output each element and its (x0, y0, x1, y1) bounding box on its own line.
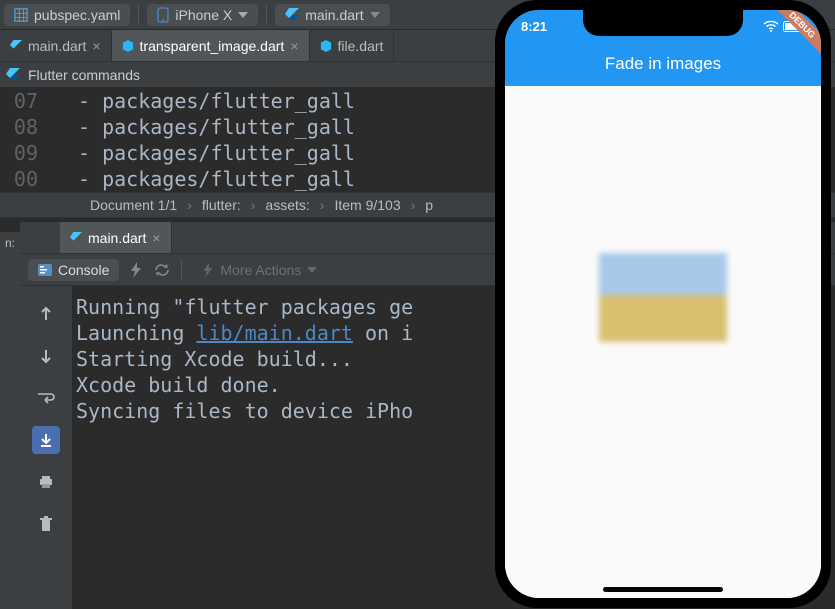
console-link[interactable]: lib/main.dart (196, 321, 353, 345)
toolbar-separator (266, 5, 267, 25)
simulator-screen[interactable]: DEBUG 8:21 Fade in images (505, 10, 821, 598)
line-number: 08 (0, 114, 38, 140)
code-content[interactable]: - packages/flutter_gall - packages/flutt… (78, 88, 355, 192)
device-notch (583, 10, 743, 36)
scroll-to-end-button[interactable] (32, 426, 60, 454)
home-indicator (603, 587, 723, 592)
phone-icon (157, 7, 169, 23)
chevron-down-icon (370, 12, 380, 18)
more-actions-label: More Actions (220, 262, 301, 278)
device-selector[interactable]: iPhone X (147, 4, 258, 26)
line-number: 09 (0, 140, 38, 166)
lightning-icon (202, 263, 214, 277)
soft-wrap-button[interactable] (32, 384, 60, 412)
app-body (505, 86, 821, 598)
chevron-right-icon: › (187, 197, 192, 213)
flutter-commands-label: Flutter commands (28, 67, 140, 83)
breadcrumb-item[interactable]: Document 1/1 (90, 197, 177, 213)
app-title: Fade in images (605, 54, 721, 74)
line-number-gutter: 07 08 09 00 (0, 88, 48, 192)
console-icon (38, 264, 52, 276)
tab-label: main.dart (28, 38, 86, 54)
tool-window-label[interactable]: n: (0, 232, 20, 609)
close-icon[interactable]: × (290, 38, 298, 54)
print-button[interactable] (32, 468, 60, 496)
editor-tab-file[interactable]: file.dart (310, 30, 395, 61)
line-number: 00 (0, 166, 38, 192)
tab-label: transparent_image.dart (140, 38, 285, 54)
tab-label: file.dart (338, 38, 384, 54)
chevron-right-icon: › (251, 197, 256, 213)
editor-tab-main[interactable]: main.dart × (0, 30, 112, 61)
file-label: main.dart (305, 7, 363, 23)
console-action-bar (20, 286, 72, 609)
fold-column (48, 88, 78, 192)
lightning-icon[interactable] (129, 262, 143, 278)
flutter-icon (10, 40, 22, 52)
ios-simulator: DEBUG 8:21 Fade in images (495, 0, 831, 608)
more-actions-dropdown[interactable]: More Actions (192, 259, 327, 281)
clock-label: 8:21 (521, 19, 547, 34)
scroll-down-button[interactable] (32, 342, 60, 370)
wifi-icon (763, 20, 779, 32)
fading-image (599, 253, 727, 371)
scroll-up-button[interactable] (32, 300, 60, 328)
flutter-icon (6, 68, 20, 82)
run-tab-main[interactable]: main.dart × (60, 222, 172, 253)
breadcrumb-item[interactable]: Item 9/103 (334, 197, 400, 213)
chevron-right-icon: › (320, 197, 325, 213)
editor-tab-transparent-image[interactable]: transparent_image.dart × (112, 30, 310, 61)
file-selector[interactable]: main.dart (275, 4, 389, 26)
toolbar-separator (138, 5, 139, 25)
close-icon[interactable]: × (92, 38, 100, 54)
dart-icon (320, 40, 332, 52)
console-label: Console (58, 262, 109, 278)
run-config-selector[interactable]: pubspec.yaml (4, 4, 130, 26)
chevron-right-icon: › (411, 197, 416, 213)
line-number: 07 (0, 88, 38, 114)
app-bar: Fade in images (505, 42, 821, 86)
clear-button[interactable] (32, 510, 60, 538)
chevron-down-icon (307, 267, 317, 273)
run-config-label: pubspec.yaml (34, 7, 120, 23)
reload-icon[interactable] (153, 262, 171, 278)
device-label: iPhone X (175, 7, 232, 23)
chevron-down-icon (238, 12, 248, 18)
breadcrumb-item[interactable]: assets: (265, 197, 309, 213)
flutter-icon (285, 8, 299, 22)
flutter-icon (70, 232, 82, 244)
console-tab[interactable]: Console (28, 259, 119, 281)
close-icon[interactable]: × (152, 230, 160, 246)
tab-label: main.dart (88, 230, 146, 246)
grid-icon (14, 8, 28, 22)
dart-icon (122, 40, 134, 52)
breadcrumb-item[interactable]: flutter: (202, 197, 241, 213)
breadcrumb-item[interactable]: p (425, 197, 433, 213)
